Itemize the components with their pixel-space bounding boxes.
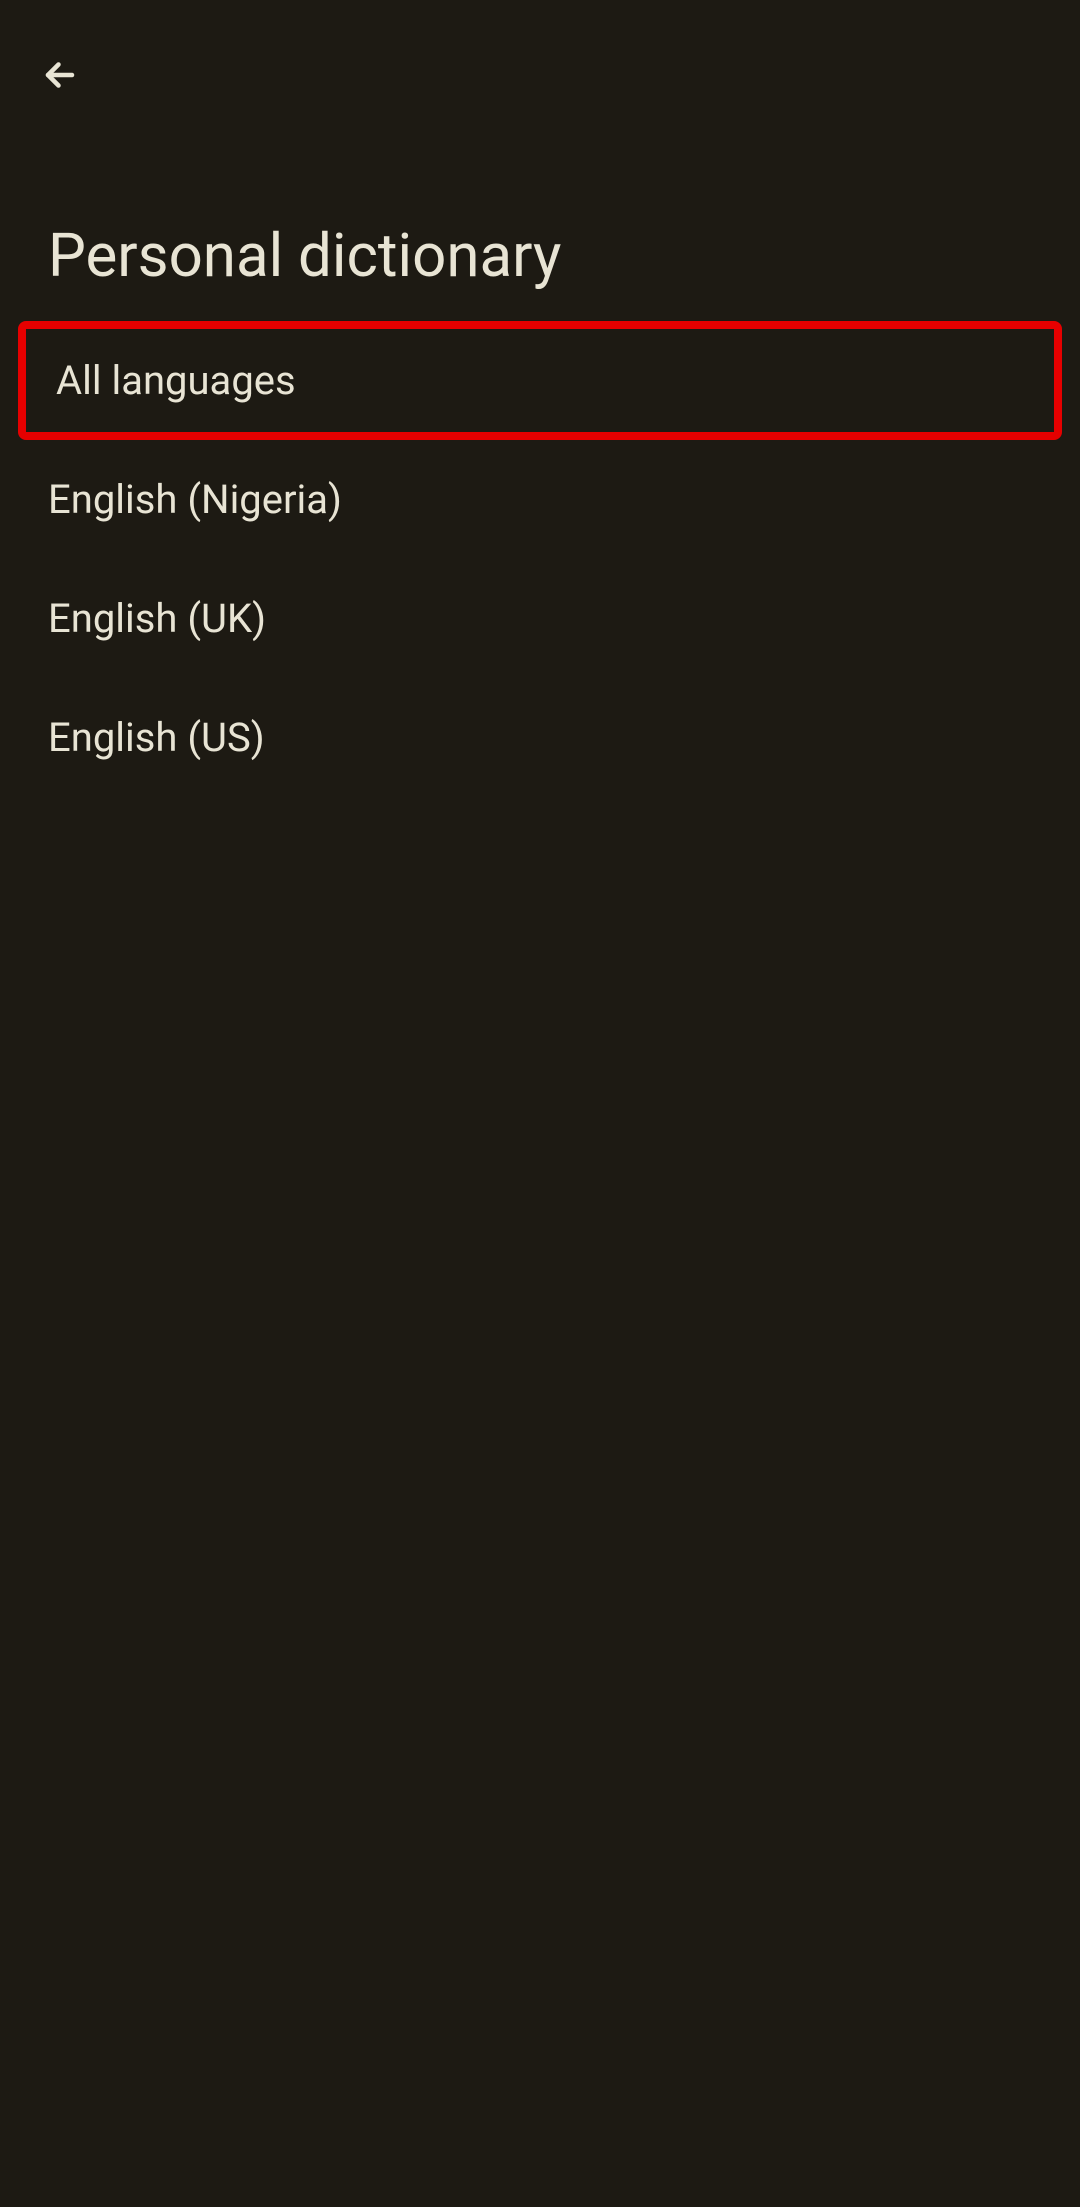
- list-item-all-languages[interactable]: All languages: [0, 321, 1080, 440]
- list-item-english-uk[interactable]: English (UK): [0, 559, 1080, 678]
- language-list: All languages English (Nigeria) English …: [0, 321, 1080, 797]
- list-item-label: English (UK): [48, 595, 266, 642]
- arrow-left-icon: [42, 57, 78, 93]
- list-item-label: English (Nigeria): [48, 476, 342, 523]
- list-item-label: English (US): [48, 714, 265, 761]
- list-item-english-us[interactable]: English (US): [0, 678, 1080, 797]
- list-item-english-nigeria[interactable]: English (Nigeria): [0, 440, 1080, 559]
- list-item-label: All languages: [56, 357, 296, 404]
- page-title: Personal dictionary: [0, 110, 1080, 321]
- header-bar: [0, 0, 1080, 110]
- back-button[interactable]: [36, 51, 84, 99]
- highlight-annotation: All languages: [18, 321, 1062, 440]
